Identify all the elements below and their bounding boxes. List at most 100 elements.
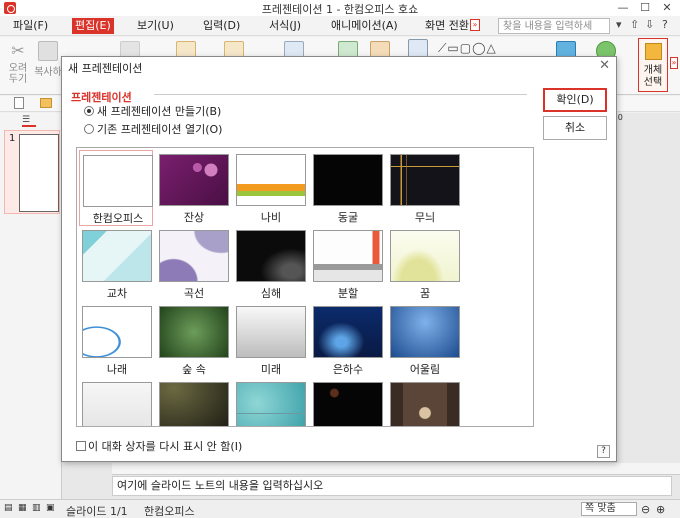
menu-view[interactable]: 보기(U) — [134, 18, 177, 34]
minimize-button[interactable]: — — [612, 0, 634, 16]
slide-thumbnail[interactable]: 1 — [4, 130, 60, 214]
template-tile[interactable] — [310, 378, 384, 426]
template-preview — [313, 230, 383, 282]
template-preview — [159, 230, 229, 282]
template-tile[interactable]: 숲 속 — [156, 302, 230, 378]
template-preview — [236, 306, 306, 358]
maximize-button[interactable]: ☐ — [634, 0, 656, 16]
template-tile[interactable]: 나비 — [233, 150, 307, 226]
template-tile[interactable]: 한컴오피스 — [79, 150, 153, 226]
template-preview — [236, 230, 306, 282]
window-title: 프레젠테이션 1 - 한컴오피스 호쇼 — [261, 3, 419, 16]
view-outline-icon[interactable]: ▥ — [32, 503, 41, 513]
template-preview — [313, 306, 383, 358]
round-rect-icon: ▢ — [459, 41, 473, 55]
scissors-icon: ✂ — [11, 41, 25, 60]
template-preview — [390, 230, 460, 282]
toolbar-more-icon[interactable]: » — [670, 57, 678, 69]
slide-number: 1 — [9, 133, 16, 144]
dialog-close-icon[interactable]: ✕ — [599, 58, 610, 73]
slides-tab-icon[interactable]: ☰ — [22, 115, 36, 127]
radio-selected-icon[interactable] — [84, 106, 94, 116]
template-preview — [313, 382, 383, 426]
help-icon[interactable]: ? — [662, 18, 668, 31]
view-sorter-icon[interactable]: ▦ — [18, 503, 27, 513]
view-show-icon[interactable]: ▣ — [46, 503, 55, 513]
cut-button[interactable]: ✂ 오려 두기 — [4, 41, 32, 85]
template-tile[interactable]: 잔상 — [156, 150, 230, 226]
option-open-presentation[interactable]: 기존 프레젠테이션 열기(O) — [84, 123, 222, 137]
template-tile[interactable]: 은하수 — [310, 302, 384, 378]
object-select-button[interactable]: 개체 선택 — [638, 38, 668, 92]
close-button[interactable]: ✕ — [656, 0, 678, 16]
view-normal-icon[interactable]: ▤ — [4, 503, 13, 513]
template-tile[interactable] — [156, 378, 230, 426]
dialog-title: 새 프레젠테이션 — [68, 62, 143, 75]
template-preview — [159, 382, 229, 426]
status-bar: ▤ ▦ ▥ ▣ 슬라이드 1/1 한컴오피스 쪽 맞춤 ⊖ ⊕ — [0, 499, 680, 518]
template-tile[interactable]: 나래 — [79, 302, 153, 378]
template-preview — [390, 154, 460, 206]
template-tile[interactable]: 미래 — [233, 302, 307, 378]
zoom-out-button[interactable]: ⊖ — [641, 503, 650, 516]
slide-counter: 슬라이드 1/1 — [66, 505, 128, 518]
cancel-button[interactable]: 취소 — [543, 116, 607, 140]
search-dropdown-icon[interactable]: ▾ — [616, 18, 622, 31]
oval-shape-icon: ◯ — [472, 41, 487, 55]
menu-format[interactable]: 서식(J) — [266, 18, 304, 34]
template-preview — [159, 154, 229, 206]
search-input[interactable]: 찾을 내용을 입력하세 — [498, 18, 610, 34]
group-divider — [154, 94, 527, 95]
zoom-select[interactable]: 쪽 맞춤 — [581, 502, 637, 516]
template-preview — [82, 306, 152, 358]
open-file-icon[interactable] — [40, 98, 52, 108]
copy-icon — [38, 41, 58, 61]
menu-edit[interactable]: 편집(E) — [72, 18, 114, 34]
template-tile[interactable]: 교차 — [79, 226, 153, 302]
template-tile[interactable]: 동굴 — [310, 150, 384, 226]
search-down-icon[interactable]: ⇩ — [645, 18, 654, 31]
ok-button[interactable]: 확인(D) — [543, 88, 607, 112]
template-preview — [390, 382, 460, 426]
template-tile[interactable]: 분할 — [310, 226, 384, 302]
template-preview — [236, 154, 306, 206]
template-tile[interactable]: 어울림 — [387, 302, 461, 378]
line-shape-icon: ⟋ — [438, 41, 448, 55]
select-arrow-icon — [645, 43, 662, 60]
copy-button[interactable]: 복사하 — [34, 41, 62, 78]
template-preview — [82, 230, 152, 282]
template-tile[interactable] — [233, 378, 307, 426]
template-tile[interactable]: 곡선 — [156, 226, 230, 302]
zoom-in-button[interactable]: ⊕ — [656, 503, 665, 516]
radio-empty-icon[interactable] — [84, 124, 94, 134]
template-tile[interactable] — [387, 378, 461, 426]
menu-bar: 파일(F) 편집(E) 보기(U) 입력(D) 서식(J) 애니메이션(A) 화… — [0, 16, 680, 36]
menu-transition[interactable]: 화면 전환 — [422, 18, 472, 34]
menu-animation[interactable]: 애니메이션(A) — [328, 18, 401, 34]
group-label: 프레젠테이션 — [71, 91, 132, 104]
template-tile[interactable]: 무늬 — [387, 150, 461, 226]
menu-insert[interactable]: 입력(D) — [200, 18, 243, 34]
theme-name: 한컴오피스 — [144, 505, 195, 518]
triangle-shape-icon: △ — [486, 41, 497, 55]
slide-preview — [19, 134, 59, 212]
slide-notes-input[interactable]: 여기에 슬라이드 노트의 내용을 입력하십시오 — [112, 476, 672, 496]
new-file-icon[interactable] — [14, 97, 24, 109]
template-preview — [313, 154, 383, 206]
template-list[interactable]: 한컴오피스 잔상 나비 동굴 무늬 교차 곡선 심해 분할 꿈 나래 숲 속 미… — [76, 147, 534, 427]
template-tile[interactable] — [79, 378, 153, 426]
template-tile[interactable]: 꿈 — [387, 226, 461, 302]
dont-show-checkbox[interactable]: 이 대화 상자를 다시 표시 안 함(I) — [76, 438, 242, 454]
checkbox-icon[interactable] — [76, 441, 86, 451]
template-tile[interactable]: 심해 — [233, 226, 307, 302]
new-presentation-dialog: 새 프레젠테이션 ✕ 프레젠테이션 새 프레젠테이션 만들기(B) 기존 프레젠… — [61, 56, 617, 462]
option-new-presentation[interactable]: 새 프레젠테이션 만들기(B) — [84, 105, 221, 119]
dialog-help-button[interactable]: ? — [597, 445, 610, 458]
title-bar: 프레젠테이션 1 - 한컴오피스 호쇼 — ☐ ✕ — [0, 0, 680, 16]
template-preview — [82, 382, 152, 426]
menu-more-icon[interactable]: » — [470, 19, 480, 31]
slide-pane: ☰ 1 — [0, 113, 62, 499]
template-preview — [159, 306, 229, 358]
search-up-icon[interactable]: ⇧ — [630, 18, 639, 31]
menu-file[interactable]: 파일(F) — [10, 18, 51, 34]
